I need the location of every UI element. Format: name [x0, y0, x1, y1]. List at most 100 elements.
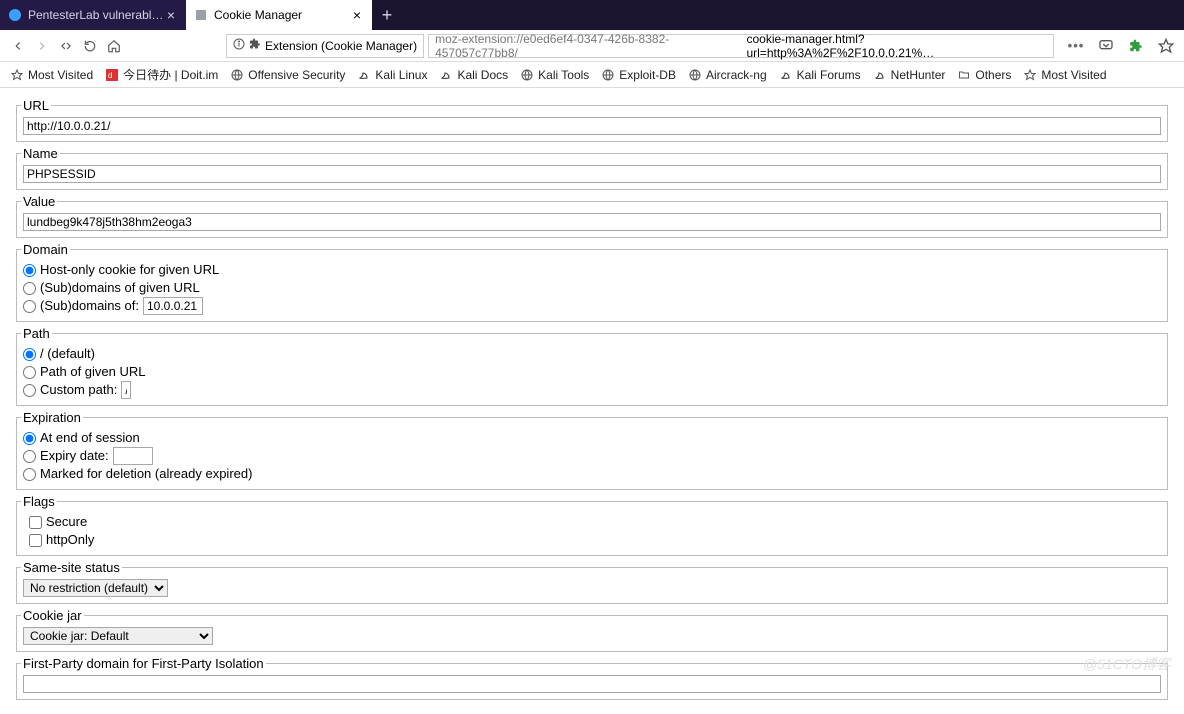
bookmark-star-button[interactable] [1154, 34, 1178, 58]
bookmark-item[interactable]: Exploit-DB [597, 64, 680, 86]
info-icon [233, 38, 245, 53]
close-tab-icon[interactable]: × [164, 8, 178, 22]
bookmark-item[interactable]: Aircrack-ng [684, 64, 771, 86]
url-input[interactable] [23, 117, 1161, 135]
path-givenurl-radio[interactable] [23, 366, 36, 379]
path-legend: Path [21, 326, 52, 341]
bookmark-item[interactable]: Offensive Security [226, 64, 349, 86]
save-to-pocket-button[interactable] [1094, 34, 1118, 58]
expire-date-input[interactable] [113, 447, 153, 465]
path-custom-input[interactable] [121, 381, 131, 399]
expiration-legend: Expiration [21, 410, 83, 425]
bookmarks-toolbar: Most Visited d 今日待办 | Doit.im Offensive Sec… [0, 62, 1184, 88]
bookmark-item[interactable]: Kali Docs [435, 64, 512, 86]
bookmark-item[interactable]: Kali Forums [775, 64, 865, 86]
bookmark-label: Aircrack-ng [706, 68, 767, 82]
flags-legend: Flags [21, 494, 57, 509]
bookmark-item[interactable]: NetHunter [869, 64, 950, 86]
dev-tools-button[interactable] [54, 34, 78, 58]
path-givenurl-label: Path of given URL [40, 363, 146, 381]
dragon-icon [873, 68, 887, 82]
cookiejar-select[interactable]: Cookie jar: Default [23, 627, 213, 645]
httponly-label: httpOnly [46, 531, 94, 549]
dragon-icon [357, 68, 371, 82]
httponly-checkbox[interactable] [29, 534, 42, 547]
page-actions-button[interactable]: ••• [1064, 34, 1088, 58]
identity-box[interactable]: Extension (Cookie Manager) [226, 34, 424, 58]
path-custom-radio[interactable] [23, 384, 36, 397]
url-path-part: cookie-manager.html?url=http%3A%2F%2F10.… [746, 32, 1047, 60]
bookmark-label: Offensive Security [248, 68, 345, 82]
bookmark-item[interactable]: d 今日待办 | Doit.im [101, 64, 222, 86]
bookmark-item[interactable]: Most Visited [1019, 64, 1110, 86]
domain-legend: Domain [21, 242, 70, 257]
close-tab-icon[interactable]: × [350, 8, 364, 22]
svg-text:d: d [108, 71, 112, 80]
forward-button[interactable] [30, 34, 54, 58]
favicon-pentesterlab-icon [8, 8, 22, 22]
samesite-fieldset: Same-site status No restriction (default… [16, 560, 1168, 604]
bookmark-label: Most Visited [1041, 68, 1106, 82]
tab-cookie-manager[interactable]: Cookie Manager × [186, 0, 372, 30]
domain-subdomains-of-radio[interactable] [23, 300, 36, 313]
globe-icon [601, 68, 615, 82]
cookie-editor-form: URL Name Value Domain Host-only cookie f… [0, 88, 1184, 714]
tab-pentesterlab[interactable]: PentesterLab vulnerable blo… × [0, 0, 186, 30]
value-input[interactable] [23, 213, 1161, 231]
expiration-fieldset: Expiration At end of session Expiry date… [16, 410, 1168, 490]
domain-subdomains-of-label: (Sub)domains of: [40, 297, 139, 315]
bookmark-label: NetHunter [891, 68, 946, 82]
url-bar[interactable]: moz-extension://e0ed6ef4-0347-426b-8382-… [428, 34, 1054, 58]
home-button[interactable] [102, 34, 126, 58]
path-default-label: / (default) [40, 345, 95, 363]
bookmark-item[interactable]: Others [953, 64, 1015, 86]
bookmark-label: Exploit-DB [619, 68, 676, 82]
value-legend: Value [21, 194, 57, 209]
expire-date-radio[interactable] [23, 450, 36, 463]
bookmark-label: Kali Forums [797, 68, 861, 82]
url-host-part: moz-extension://e0ed6ef4-0347-426b-8382-… [435, 32, 746, 60]
tab-strip: PentesterLab vulnerable blo… × Cookie Ma… [0, 0, 1184, 30]
bookmark-label: Kali Linux [375, 68, 427, 82]
domain-subdomains-of-input[interactable] [143, 297, 203, 315]
bookmark-item[interactable]: Most Visited [6, 64, 97, 86]
name-fieldset: Name [16, 146, 1168, 190]
favicon-extension-icon [194, 8, 208, 22]
cookiejar-fieldset: Cookie jar Cookie jar: Default [16, 608, 1168, 652]
flags-fieldset: Flags Secure httpOnly [16, 494, 1168, 556]
globe-icon [230, 68, 244, 82]
secure-label: Secure [46, 513, 87, 531]
path-custom-label: Custom path: [40, 381, 117, 399]
cookiejar-legend: Cookie jar [21, 608, 84, 623]
secure-checkbox[interactable] [29, 516, 42, 529]
expire-marked-radio[interactable] [23, 468, 36, 481]
bookmark-label: 今日待办 | Doit.im [123, 66, 218, 83]
expire-session-label: At end of session [40, 429, 140, 447]
firstparty-input[interactable] [23, 675, 1161, 693]
samesite-legend: Same-site status [21, 560, 122, 575]
folder-icon [957, 68, 971, 82]
back-button[interactable] [6, 34, 30, 58]
bookmark-item[interactable]: Kali Tools [516, 64, 593, 86]
addon-puzzle-icon[interactable] [1124, 34, 1148, 58]
tab-title: Cookie Manager [214, 8, 350, 22]
reload-button[interactable] [78, 34, 102, 58]
value-fieldset: Value [16, 194, 1168, 238]
bookmark-label: Most Visited [28, 68, 93, 82]
extension-icon [249, 38, 261, 53]
bookmark-item[interactable]: Kali Linux [353, 64, 431, 86]
samesite-select[interactable]: No restriction (default) [23, 579, 168, 597]
domain-hostonly-radio[interactable] [23, 264, 36, 277]
domain-subdomains-url-radio[interactable] [23, 282, 36, 295]
url-fieldset: URL [16, 98, 1168, 142]
tab-title: PentesterLab vulnerable blo… [28, 8, 164, 22]
domain-fieldset: Domain Host-only cookie for given URL (S… [16, 242, 1168, 322]
expire-session-radio[interactable] [23, 432, 36, 445]
new-tab-button[interactable]: + [372, 0, 402, 30]
path-default-radio[interactable] [23, 348, 36, 361]
name-input[interactable] [23, 165, 1161, 183]
star-icon [1023, 68, 1037, 82]
name-legend: Name [21, 146, 60, 161]
domain-hostonly-label: Host-only cookie for given URL [40, 261, 219, 279]
dragon-icon [439, 68, 453, 82]
